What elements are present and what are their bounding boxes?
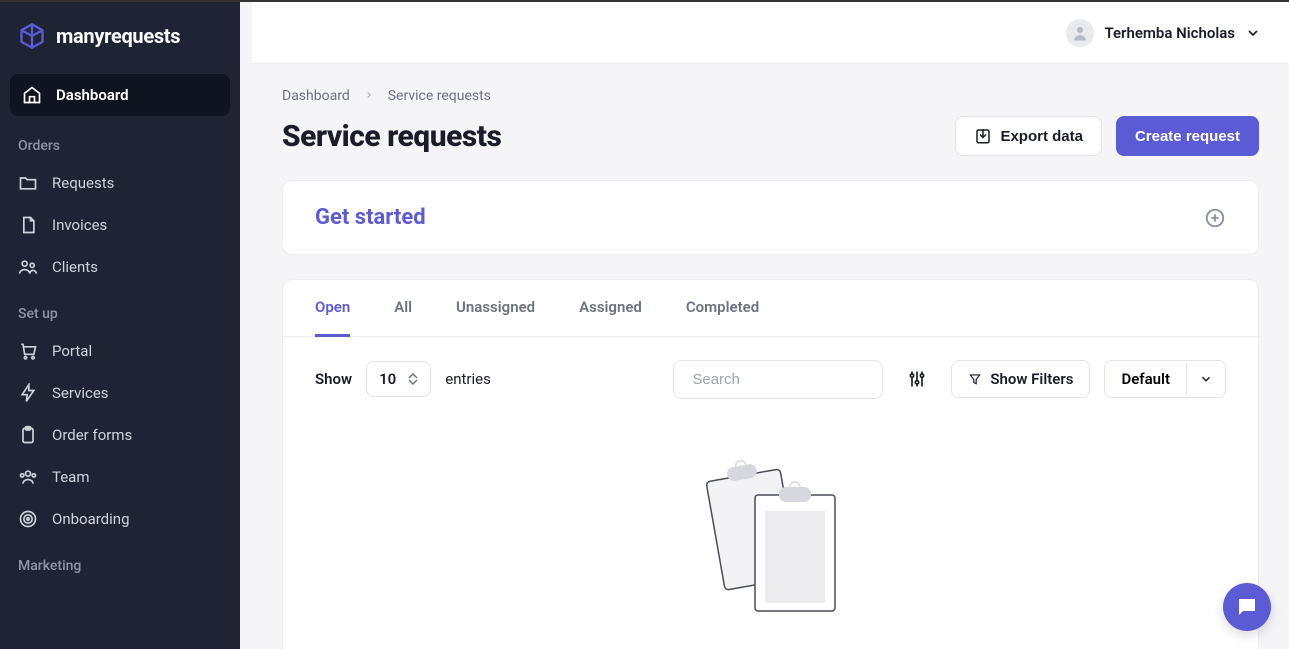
tab-completed[interactable]: Completed	[686, 280, 759, 337]
show-label: Show	[315, 370, 352, 388]
page-size-select[interactable]: 10	[366, 361, 431, 397]
create-request-button[interactable]: Create request	[1116, 116, 1259, 156]
sidebar-item-services[interactable]: Services	[0, 372, 240, 414]
sidebar-item-label: Invoices	[52, 216, 107, 234]
breadcrumb-root[interactable]: Dashboard	[282, 88, 350, 104]
sidebar-section-orders: Orders	[0, 120, 240, 162]
search-box	[673, 360, 883, 399]
sidebar-item-requests[interactable]: Requests	[0, 162, 240, 204]
team-icon	[18, 467, 38, 487]
sort-select[interactable]: Default	[1104, 360, 1226, 398]
export-label: Export data	[1000, 128, 1083, 145]
advanced-filter-button[interactable]	[897, 359, 937, 399]
sidebar-item-label: Services	[52, 384, 109, 402]
sidebar-item-label: Dashboard	[56, 86, 129, 104]
brand-mark-icon	[18, 22, 46, 50]
sidebar-item-dashboard[interactable]: Dashboard	[10, 74, 230, 116]
sidebar-item-clients[interactable]: Clients	[0, 246, 240, 288]
download-icon	[974, 127, 992, 145]
user-name: Terhemba Nicholas	[1104, 24, 1235, 42]
chevron-down-icon	[1186, 363, 1225, 395]
stepper-icon	[408, 373, 418, 385]
chat-fab[interactable]	[1223, 583, 1271, 631]
tab-unassigned[interactable]: Unassigned	[456, 280, 535, 337]
sidebar-section-setup: Set up	[0, 288, 240, 330]
empty-state	[283, 421, 1258, 649]
lightning-icon	[18, 383, 38, 403]
sidebar-item-label: Onboarding	[52, 510, 130, 528]
sidebar-item-order-forms[interactable]: Order forms	[0, 414, 240, 456]
user-menu-button[interactable]: Terhemba Nicholas	[1066, 19, 1261, 47]
empty-clipboards-icon	[681, 451, 861, 631]
get-started-panel[interactable]: Get started	[282, 180, 1259, 255]
tabs: Open All Unassigned Assigned Completed	[283, 280, 1258, 337]
brand-logo[interactable]: manyrequests	[0, 2, 240, 70]
target-icon	[18, 509, 38, 529]
chevron-right-icon	[364, 88, 374, 104]
page-size-value: 10	[379, 370, 396, 388]
export-data-button[interactable]: Export data	[955, 116, 1102, 156]
brand-name: manyrequests	[56, 24, 180, 48]
tab-open[interactable]: Open	[315, 280, 350, 337]
sidebar-item-label: Order forms	[52, 426, 132, 444]
show-filters-label: Show Filters	[990, 370, 1073, 388]
sidebar-item-onboarding[interactable]: Onboarding	[0, 498, 240, 540]
breadcrumb-current: Service requests	[388, 88, 491, 104]
requests-panel: Open All Unassigned Assigned Completed S…	[282, 279, 1259, 649]
header: Terhemba Nicholas	[252, 2, 1289, 64]
breadcrumb: Dashboard Service requests	[282, 88, 1259, 104]
sidebar-item-invoices[interactable]: Invoices	[0, 204, 240, 246]
sidebar-item-portal[interactable]: Portal	[0, 330, 240, 372]
sidebar-section-marketing: Marketing	[0, 540, 240, 582]
sidebar-item-team[interactable]: Team	[0, 456, 240, 498]
users-icon	[18, 257, 38, 277]
search-input[interactable]	[686, 361, 897, 398]
sort-label: Default	[1105, 361, 1186, 397]
main: Terhemba Nicholas Dashboard Service requ…	[252, 2, 1289, 649]
plus-circle-icon[interactable]	[1204, 207, 1226, 229]
cart-icon	[18, 341, 38, 361]
page-title: Service requests	[282, 119, 501, 154]
sliders-icon	[907, 369, 927, 389]
sidebar-item-label: Team	[52, 468, 90, 486]
tab-assigned[interactable]: Assigned	[579, 280, 642, 337]
show-filters-button[interactable]: Show Filters	[951, 360, 1090, 398]
filters-row: Show 10 entries	[283, 337, 1258, 421]
entries-label: entries	[445, 370, 491, 388]
clipboard-icon	[18, 425, 38, 445]
get-started-title: Get started	[315, 205, 426, 230]
home-icon	[22, 85, 42, 105]
folder-icon	[18, 173, 38, 193]
tab-all[interactable]: All	[394, 280, 412, 337]
avatar-icon	[1066, 19, 1094, 47]
chat-icon	[1235, 595, 1259, 619]
chevron-down-icon	[1245, 25, 1261, 41]
sidebar-item-label: Requests	[52, 174, 114, 192]
sidebar-item-label: Portal	[52, 342, 92, 360]
document-icon	[18, 215, 38, 235]
sidebar: manyrequests Dashboard Orders Requests I…	[0, 2, 240, 649]
create-label: Create request	[1135, 128, 1240, 145]
sidebar-item-label: Clients	[52, 258, 98, 276]
filter-icon	[968, 372, 982, 386]
